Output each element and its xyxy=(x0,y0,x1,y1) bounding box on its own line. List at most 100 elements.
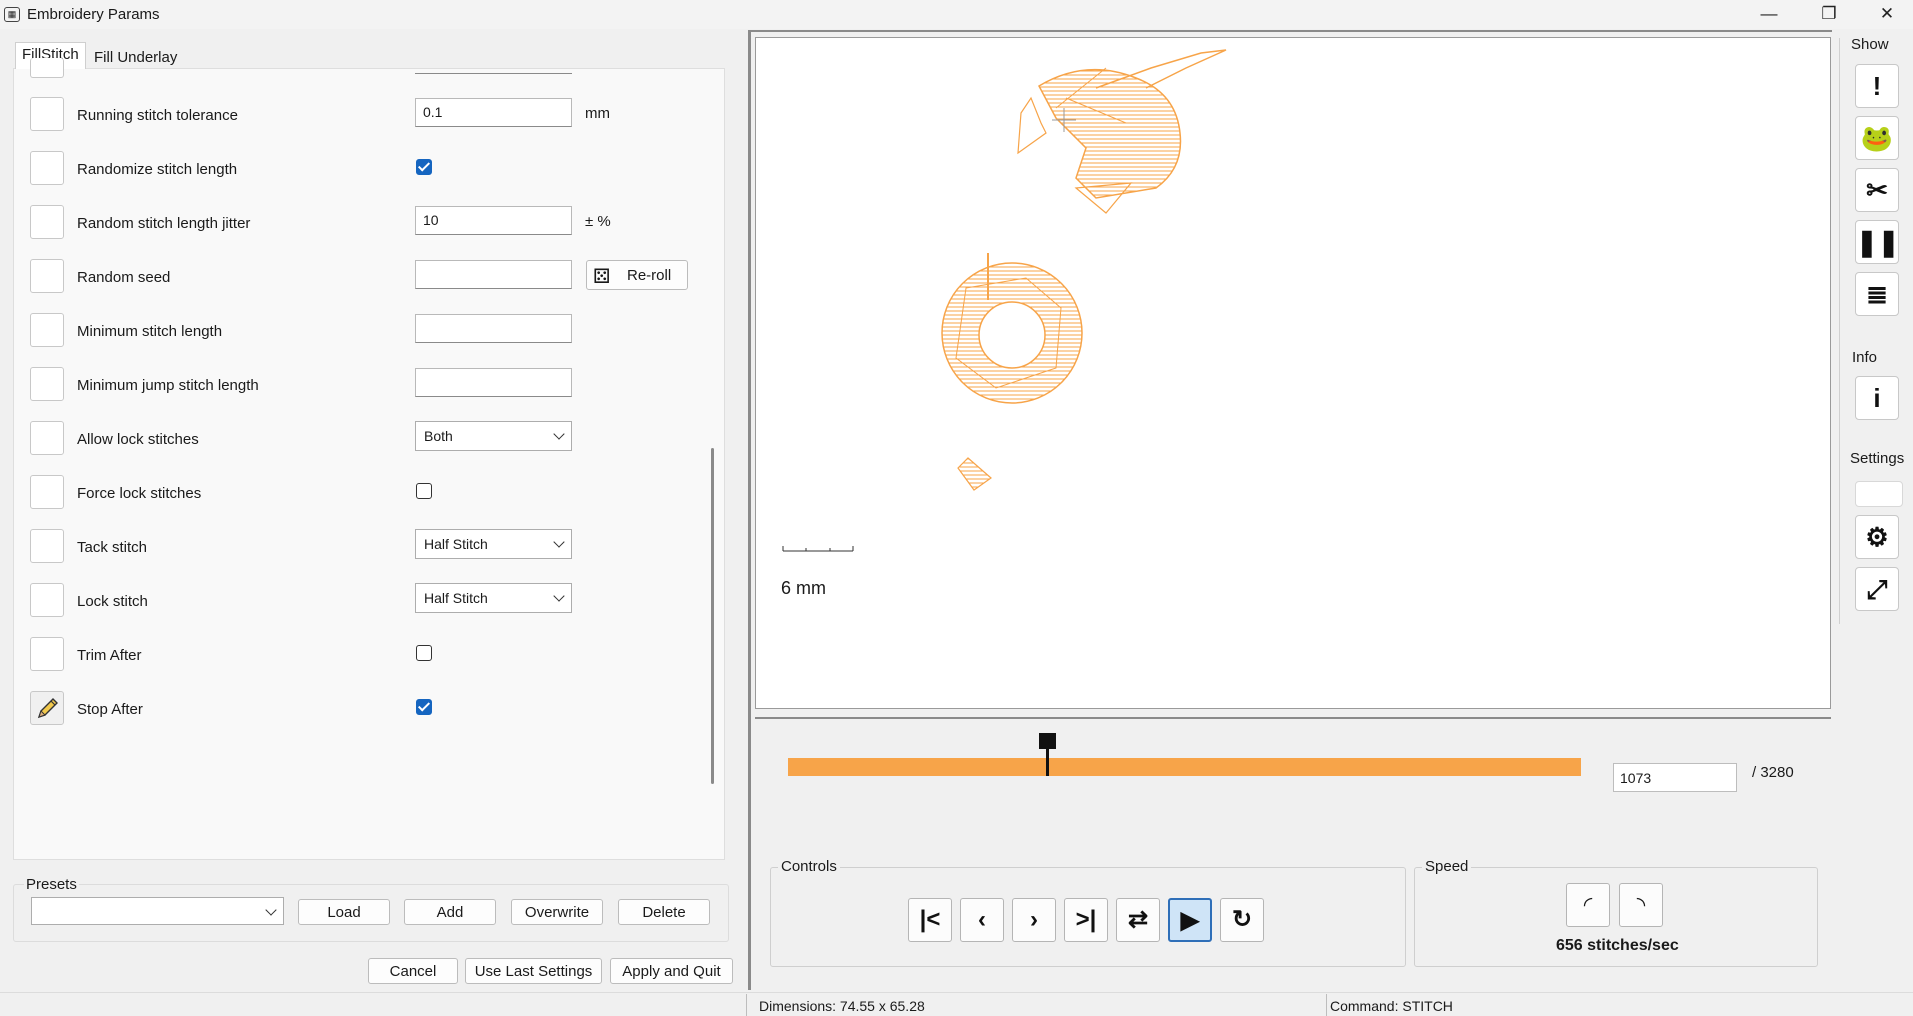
fit-view-button[interactable]: ⤢ xyxy=(1855,567,1899,611)
param-label: Randomize stitch length xyxy=(77,161,238,178)
restore-button[interactable]: ❐ xyxy=(1806,0,1852,29)
pause-icon: ❚❚ xyxy=(1856,227,1900,257)
lock-stitch-dropdown[interactable]: Half Stitch xyxy=(415,583,572,613)
scissors-icon: ✂ xyxy=(1866,175,1888,205)
speed-down-icon: ◜ xyxy=(1583,892,1593,917)
param-toggle-box[interactable] xyxy=(30,529,64,563)
total-stitches-label: / 3280 xyxy=(1752,764,1794,781)
swap-arrows-icon: ⇄ xyxy=(1127,906,1149,933)
delete-preset-button[interactable]: Delete xyxy=(618,899,710,925)
param-label: Random seed xyxy=(77,269,171,286)
close-button[interactable]: ✕ xyxy=(1864,0,1910,29)
stitch-preview-canvas[interactable]: 6 mm xyxy=(755,37,1831,709)
settings-blank-field[interactable] xyxy=(1855,481,1903,507)
status-divider xyxy=(746,994,747,1016)
param-toggle-box[interactable] xyxy=(30,205,64,239)
next-stitch-button[interactable]: › xyxy=(1012,898,1056,942)
refresh-icon: ↻ xyxy=(1231,906,1253,933)
stitch-shape-small xyxy=(957,457,992,491)
random-seed-input[interactable] xyxy=(415,260,572,289)
apply-and-quit-button[interactable]: Apply and Quit xyxy=(610,958,733,984)
reroll-button[interactable]: ⚄ Re-roll xyxy=(586,260,688,290)
settings-title: Settings xyxy=(1850,450,1905,467)
param-toggle-box[interactable] xyxy=(30,475,64,509)
dice-icon: ⚄ xyxy=(593,266,611,288)
cancel-button[interactable]: Cancel xyxy=(368,958,458,984)
param-toggle-box[interactable] xyxy=(30,97,64,131)
stitch-plot xyxy=(782,49,1227,552)
param-label: Tack stitch xyxy=(77,539,148,556)
param-toggle-box[interactable] xyxy=(30,583,64,617)
dimensions-status: Dimensions: 74.55 x 65.28 xyxy=(759,998,925,1014)
scale-label: 6 mm xyxy=(781,578,826,598)
unit-label: ± % xyxy=(585,213,611,230)
last-stitch-button[interactable]: >| xyxy=(1064,898,1108,942)
skip-start-icon: |< xyxy=(919,906,941,933)
use-last-settings-button[interactable]: Use Last Settings xyxy=(465,958,602,984)
first-stitch-button[interactable]: |< xyxy=(908,898,952,942)
param-label: Stop After xyxy=(77,701,143,718)
param-label: Lock stitch xyxy=(77,593,148,610)
param-toggle-box[interactable] xyxy=(30,58,64,78)
trim-after-checkbox[interactable] xyxy=(416,645,432,661)
param-toggle-box[interactable] xyxy=(30,313,64,347)
refresh-button[interactable]: ↻ xyxy=(1220,898,1264,942)
force-lock-stitches-checkbox[interactable] xyxy=(416,483,432,499)
skip-end-icon: >| xyxy=(1075,906,1097,933)
speed-up-button[interactable]: ◝ xyxy=(1619,883,1663,927)
swap-direction-button[interactable]: ⇄ xyxy=(1116,898,1160,942)
status-divider xyxy=(1326,994,1327,1016)
minimize-button[interactable]: — xyxy=(1746,0,1792,29)
chevron-right-icon: › xyxy=(1030,906,1038,933)
presets-title: Presets xyxy=(24,876,79,893)
param-toggle-box[interactable] xyxy=(30,151,64,185)
param-label: Minimum jump stitch length xyxy=(77,377,259,394)
chevron-down-icon xyxy=(265,904,277,916)
play-icon: ▶ xyxy=(1180,907,1200,934)
chevron-down-icon xyxy=(553,590,565,602)
gear-icon: ⚙ xyxy=(1865,522,1889,552)
param-toggle-box[interactable] xyxy=(30,691,64,725)
tack-stitch-dropdown[interactable]: Half Stitch xyxy=(415,529,572,559)
chevron-left-icon: ‹ xyxy=(978,906,986,933)
text-field-remnant xyxy=(415,68,572,74)
randomize-stitch-length-checkbox[interactable] xyxy=(416,159,432,175)
load-preset-button[interactable]: Load xyxy=(298,899,390,925)
show-needle-penetration-button[interactable]: ≣ xyxy=(1855,272,1899,316)
param-toggle-box[interactable] xyxy=(30,259,64,293)
params-scrollbar[interactable] xyxy=(711,448,714,784)
info-button[interactable]: i xyxy=(1855,376,1899,420)
show-stops-button[interactable]: ❚❚ xyxy=(1855,220,1900,264)
frog-icon: 🐸 xyxy=(1860,123,1894,153)
dropdown-value: Half Stitch xyxy=(424,536,488,552)
param-toggle-box[interactable] xyxy=(30,421,64,455)
running-stitch-tolerance-input[interactable]: 0.1 xyxy=(415,98,572,127)
show-jumps-button[interactable]: 🐸 xyxy=(1855,116,1899,160)
param-toggle-box[interactable] xyxy=(30,637,64,671)
stitch-shape-ring xyxy=(941,253,1083,404)
minimum-stitch-length-input[interactable] xyxy=(415,314,572,343)
show-warnings-button[interactable]: ! xyxy=(1855,64,1899,108)
previous-stitch-button[interactable]: ‹ xyxy=(960,898,1004,942)
show-title: Show xyxy=(1851,36,1889,53)
play-button[interactable]: ▶ xyxy=(1168,898,1212,942)
slow-down-button[interactable]: ◜ xyxy=(1566,883,1610,927)
show-trims-button[interactable]: ✂ xyxy=(1855,168,1899,212)
overwrite-preset-button[interactable]: Overwrite xyxy=(511,899,603,925)
minimum-jump-stitch-length-input[interactable] xyxy=(415,368,572,397)
toolbar-separator xyxy=(1839,38,1840,624)
stitch-slider-thumb[interactable] xyxy=(1039,733,1057,749)
current-stitch-input[interactable]: 1073 xyxy=(1613,763,1737,792)
speed-title: Speed xyxy=(1422,858,1472,875)
stitch-slider-track[interactable] xyxy=(788,758,1581,776)
random-stitch-length-jitter-input[interactable]: 10 xyxy=(415,206,572,235)
stop-after-checkbox[interactable] xyxy=(416,699,432,715)
presets-dropdown[interactable] xyxy=(31,897,284,925)
info-icon: i xyxy=(1873,383,1881,413)
param-label: Running stitch tolerance xyxy=(77,107,238,124)
settings-button[interactable]: ⚙ xyxy=(1855,515,1899,559)
add-preset-button[interactable]: Add xyxy=(404,899,496,925)
tab-fill-underlay[interactable]: Fill Underlay xyxy=(88,46,183,70)
allow-lock-stitches-dropdown[interactable]: Both xyxy=(415,421,572,451)
param-toggle-box[interactable] xyxy=(30,367,64,401)
